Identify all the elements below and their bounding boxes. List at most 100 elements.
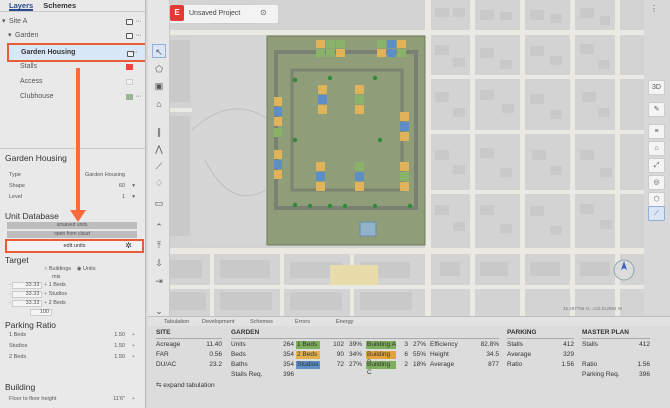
cube-tool-icon[interactable]: ▣ [152, 79, 166, 93]
bottom-tabs: Tabulation Development Schemes Errors En… [148, 316, 670, 326]
master-plan-header: MASTER PLAN [582, 329, 650, 339]
mix-total: 100 [30, 309, 52, 317]
building-cluster [318, 85, 327, 114]
building-tool-icon[interactable]: ⌂ [152, 97, 166, 111]
tab-schemes[interactable]: Schemes [43, 0, 76, 11]
layer-down-icon[interactable]: ⇩ [152, 256, 166, 270]
adjacent-lot [330, 265, 378, 285]
edit-units-button[interactable]: edit units ✲ [5, 239, 144, 253]
tree-item-access[interactable]: Access [0, 76, 145, 88]
collapse-icon[interactable]: ⇥ [152, 274, 166, 288]
parking-ratio-row[interactable]: Studios 1.50 + [9, 343, 137, 352]
ruler-icon[interactable]: ⟋ [648, 206, 665, 221]
property-level[interactable]: Level 1 ▾ [9, 194, 137, 203]
more-icon[interactable]: ··· [136, 91, 142, 103]
camera-icon[interactable]: ⊙ [260, 8, 267, 17]
map-canvas[interactable]: 45.497796 N, -122.612854 W [170, 0, 644, 318]
tab-schemes[interactable]: Schemes [250, 319, 273, 325]
shape-icon[interactable]: ⬡ [648, 192, 665, 207]
building-cluster [355, 162, 364, 191]
expand-tabulation-toggle[interactable]: ⇆ expand tabulation [156, 381, 215, 389]
color-swatch[interactable] [126, 64, 133, 70]
clubhouse [359, 221, 377, 237]
unit-chip-1beds: 1 Beds [296, 341, 320, 349]
parking-ratio-row[interactable]: 2 Beds 1.50 + [9, 354, 137, 363]
3d-toggle-button[interactable]: 3D [648, 80, 665, 95]
color-swatch[interactable] [126, 94, 133, 100]
annotation-arrow-head [70, 210, 86, 222]
tab-errors[interactable]: Errors [295, 319, 310, 325]
park-area [191, 36, 267, 241]
select-tool-icon[interactable]: ↖ [152, 44, 166, 58]
parking-ratio-row[interactable]: 1 Beds 1.50 + [9, 332, 137, 341]
divider [0, 148, 145, 149]
tool-column: ↖ ⬠ ▣ ⌂ ∥ ⋀ ⟋ ♢ ▭ ⌃ ⤒ ⇩ ⇥ ⌄ [148, 0, 170, 322]
unsaved-units-bar[interactable]: unsaved units [7, 222, 137, 229]
tab-tabulation[interactable]: Tabulation [164, 319, 189, 325]
panel-tabs: Layers Schemes [0, 0, 145, 12]
home-icon[interactable]: ⌂ [648, 141, 665, 156]
layers-icon[interactable]: ≡ [648, 124, 665, 139]
color-swatch[interactable] [126, 79, 133, 85]
tree-item-garden[interactable]: ▾ Garden ··· [0, 30, 145, 42]
path-tool-icon[interactable]: ⋀ [152, 142, 166, 156]
project-name[interactable]: Unsaved Project [189, 10, 240, 17]
mix-row[interactable]: - 33.33 + 2 Beds [9, 300, 66, 308]
measure-tool-icon[interactable]: ⟋ [152, 159, 166, 173]
target-title: Target [5, 255, 29, 265]
toggle-icon[interactable]: ⇆ [156, 382, 161, 389]
tab-energy[interactable]: Energy [336, 319, 353, 325]
fullscreen-icon[interactable]: ⤢ [648, 158, 665, 173]
road-tool-icon[interactable]: ∥ [152, 125, 166, 139]
more-icon[interactable]: ··· [132, 47, 138, 59]
property-shape[interactable]: Shape 60 ▾ [9, 183, 137, 192]
chevron-down-icon[interactable]: ▾ [2, 16, 6, 28]
tree-item-garden-housing[interactable]: Garden Housing ··· [7, 43, 145, 62]
property-type: Type Garden Housing [9, 172, 125, 178]
mix-row[interactable]: - 33.33 + 1 Beds [9, 282, 66, 290]
radio-buildings[interactable]: ○ Buildings [44, 266, 71, 272]
tab-layers[interactable]: Layers [9, 0, 34, 11]
building-cluster [274, 150, 282, 179]
properties-title: Garden Housing [5, 153, 67, 163]
building-cluster [355, 85, 364, 114]
open-from-cloud-button[interactable]: open from cloud [7, 231, 137, 238]
tree-item-stalls[interactable]: Stalls [0, 61, 145, 73]
polygon-tool-icon[interactable]: ⬠ [152, 62, 166, 76]
draw-icon[interactable]: ✎ [648, 102, 665, 117]
drop-tool-icon[interactable]: ♢ [152, 176, 166, 190]
map-svg [170, 0, 644, 318]
parking-ratio-title: Parking Ratio [5, 320, 57, 330]
more-vertical-icon[interactable]: ⋮ [650, 4, 658, 13]
floor-height-row[interactable]: Floor to floor height 11'6" + [9, 396, 137, 405]
chevron-down-icon[interactable]: ▾ [8, 30, 12, 42]
layer-up-icon[interactable]: ⤒ [152, 238, 166, 252]
tab-development[interactable]: Development [202, 319, 234, 325]
building-cluster [316, 162, 325, 191]
mix-row[interactable]: - 33.33 + Studios [9, 291, 67, 299]
layer-image-icon[interactable] [126, 33, 133, 39]
tree-item-site[interactable]: ▾ Site A ··· [0, 16, 145, 28]
tree-item-clubhouse[interactable]: Clubhouse ··· [0, 91, 145, 103]
layers-panel: Layers Schemes ▾ Site A ··· ▾ Garden ···… [0, 0, 146, 408]
radio-units[interactable]: ◉ Units [77, 266, 96, 272]
chevron-down-icon[interactable]: ▾ [132, 183, 135, 189]
gear-icon[interactable]: ✲ [125, 241, 132, 251]
image-tool-icon[interactable]: ▭ [152, 196, 166, 210]
site-parcel [266, 35, 426, 246]
more-icon[interactable]: ··· [136, 30, 142, 42]
layer-image-icon[interactable] [126, 19, 133, 25]
compass-icon[interactable] [613, 259, 635, 281]
annotation-arrow [76, 68, 80, 216]
locate-icon[interactable]: ◎ [648, 175, 665, 190]
mix-label: mix [52, 274, 61, 280]
chevron-down-icon[interactable]: ▾ [132, 194, 135, 200]
tabulation-panel: SITE Acreage 11.40 FAR 0.56 DU/AC 23.2 G… [148, 326, 670, 408]
chevron-up-icon[interactable]: ⌃ [152, 220, 166, 234]
site-header: SITE [156, 329, 222, 339]
more-icon[interactable]: ··· [136, 16, 142, 28]
unit-database-title: Unit Database [5, 211, 59, 221]
building-chip-c: Building C [366, 361, 396, 376]
building-cluster [400, 112, 409, 141]
building-title: Building [5, 382, 36, 392]
